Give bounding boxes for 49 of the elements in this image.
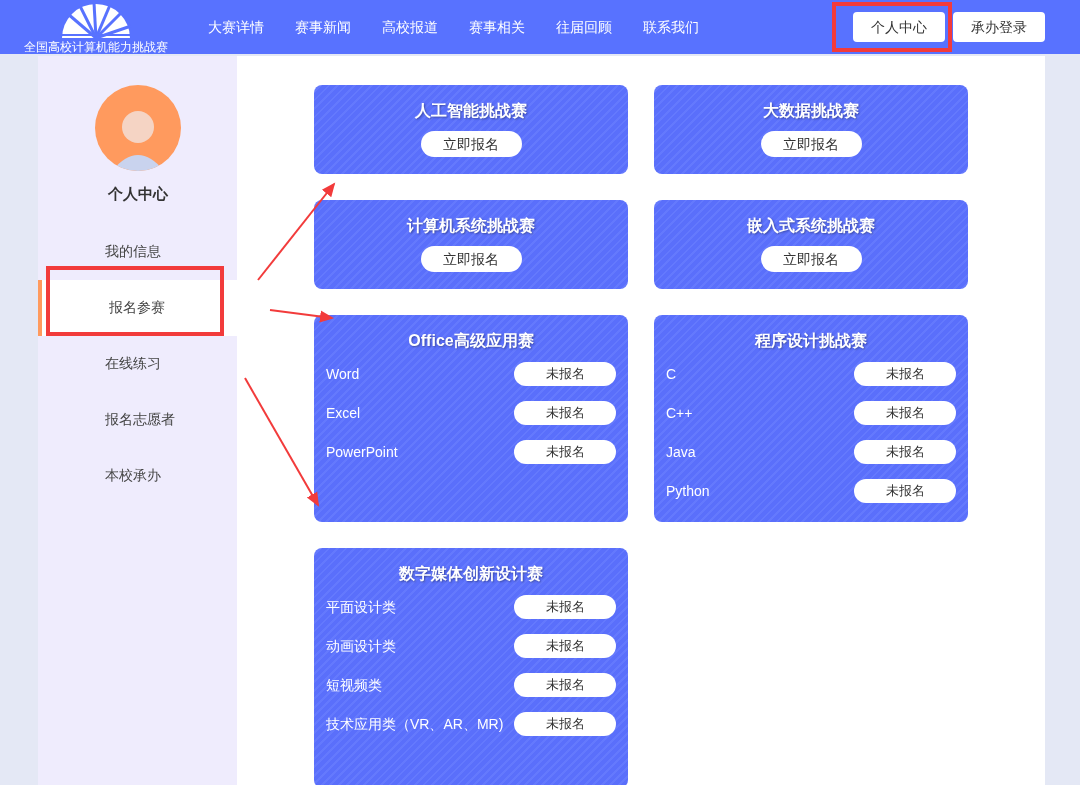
status-button[interactable]: 未报名 <box>514 362 616 386</box>
status-button[interactable]: 未报名 <box>514 595 616 619</box>
status-button[interactable]: 未报名 <box>514 712 616 736</box>
entry-label: 技术应用类（VR、AR、MR) <box>326 715 504 734</box>
card-title: 计算机系统挑战赛 <box>407 216 535 236</box>
entry-label: 动画设计类 <box>326 637 396 656</box>
entry-label: Python <box>666 482 710 501</box>
nav-link[interactable]: 联系我们 <box>643 16 699 38</box>
card-title: 数字媒体创新设计赛 <box>399 564 543 584</box>
status-button[interactable]: 未报名 <box>854 401 956 425</box>
header-button[interactable]: 个人中心 <box>853 12 945 42</box>
nav-link[interactable]: 往届回顾 <box>556 16 612 38</box>
entry-label: C <box>666 365 677 384</box>
card-title: 程序设计挑战赛 <box>755 331 867 351</box>
nav-link[interactable]: 高校报道 <box>382 16 438 38</box>
register-button[interactable]: 立即报名 <box>760 246 862 272</box>
status-button[interactable]: 未报名 <box>854 479 956 503</box>
sidebar-item[interactable]: 报名志愿者 <box>38 391 237 448</box>
entry-label: Excel <box>326 404 361 423</box>
nav-link[interactable]: 赛事相关 <box>469 16 525 38</box>
card-title: 大数据挑战赛 <box>763 101 859 121</box>
nav-link[interactable]: 大赛详情 <box>208 16 264 38</box>
sidebar-item[interactable]: 在线练习 <box>38 335 237 392</box>
entry-label: Word <box>326 365 360 384</box>
entry-label: 短视频类 <box>326 676 382 695</box>
sidebar-item[interactable]: 我的信息 <box>38 223 237 280</box>
logo-text: 全国高校计算机能力挑战赛 <box>24 40 168 54</box>
header-button[interactable]: 承办登录 <box>953 12 1045 42</box>
status-button[interactable]: 未报名 <box>514 634 616 658</box>
entry-label: Java <box>666 443 696 462</box>
register-button[interactable]: 立即报名 <box>760 131 862 157</box>
status-button[interactable]: 未报名 <box>854 440 956 464</box>
card-title: 嵌入式系统挑战赛 <box>747 216 875 236</box>
status-button[interactable]: 未报名 <box>514 440 616 464</box>
status-button[interactable]: 未报名 <box>854 362 956 386</box>
sidebar-item[interactable]: 报名参赛 <box>38 279 237 336</box>
nav-link[interactable]: 赛事新闻 <box>295 16 351 38</box>
sidebar-item[interactable]: 本校承办 <box>38 447 237 504</box>
entry-label: 平面设计类 <box>326 598 396 617</box>
card-title: 人工智能挑战赛 <box>415 101 527 121</box>
register-button[interactable]: 立即报名 <box>420 131 522 157</box>
card-title: Office高级应用赛 <box>408 331 534 351</box>
entry-label: C++ <box>666 404 693 423</box>
status-button[interactable]: 未报名 <box>514 401 616 425</box>
entry-label: PowerPoint <box>326 443 398 462</box>
status-button[interactable]: 未报名 <box>514 673 616 697</box>
register-button[interactable]: 立即报名 <box>420 246 522 272</box>
annotation-arrow <box>269 309 334 323</box>
sidebar-title: 个人中心 <box>107 184 168 204</box>
